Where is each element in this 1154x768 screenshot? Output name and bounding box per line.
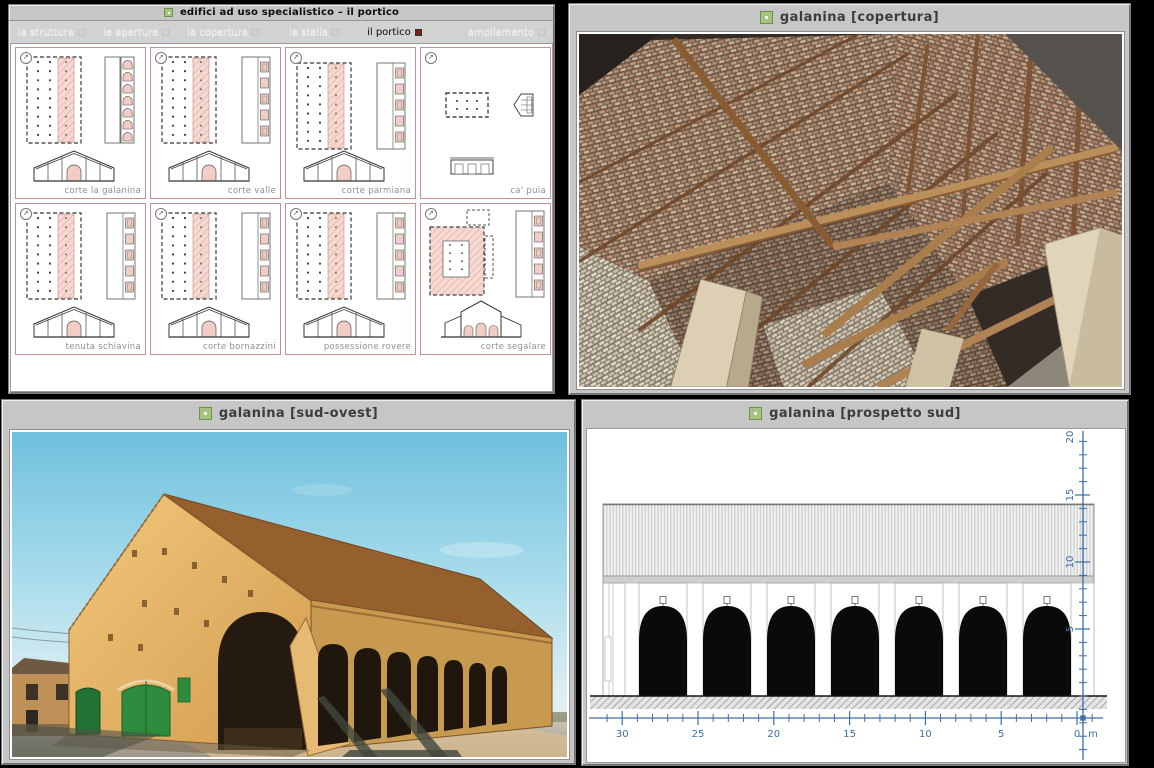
- svg-text:20: 20: [767, 729, 780, 740]
- plan-cell-caption: tenuta schiavina: [66, 342, 141, 352]
- plan-drawing: [286, 204, 415, 342]
- plan-cell-caption: possessione rovere: [324, 342, 411, 352]
- plan-cell-tenuta-schiavina[interactable]: ➚ tenuta schiavina: [15, 203, 146, 355]
- hotspot-icon[interactable]: ➚: [290, 208, 302, 220]
- hotspot-icon[interactable]: ➚: [425, 52, 437, 64]
- plan-cell-corte-la-galanina[interactable]: ➚ corte la galanina: [15, 47, 146, 199]
- svg-text:5: 5: [1065, 626, 1076, 632]
- plan-cell-caption: ca' puia: [510, 186, 546, 196]
- window-galanina-sud-ovest: galanina [sud-ovest]: [1, 399, 576, 765]
- hotspot-icon[interactable]: ➚: [20, 52, 32, 64]
- tab-checkbox[interactable]: [78, 29, 85, 36]
- svg-text:10: 10: [919, 729, 932, 740]
- svg-text:m: m: [1088, 729, 1098, 740]
- tab-checkbox[interactable]: [252, 29, 259, 36]
- window-portico-overview: edifici ad uso specialistico – il portic…: [8, 4, 555, 394]
- plan-drawing: [16, 204, 145, 342]
- drawing-panel: 30 25 20 15 10 5 0m 5 10 15 20: [586, 428, 1126, 763]
- green-bullet-icon: [749, 407, 762, 420]
- elevation-drawing: 30 25 20 15 10 5 0m 5 10 15 20: [587, 429, 1125, 762]
- window-galanina-copertura: galanina [copertura]: [568, 3, 1131, 395]
- plan-cell-caption: corte segalare: [481, 342, 546, 352]
- plan-drawing: [151, 204, 280, 342]
- window-galanina-prospetto-sud: galanina [prospetto sud]: [581, 399, 1129, 766]
- plan-cell-caption: corte bornazzini: [203, 342, 276, 352]
- plan-cell-corte-segalare[interactable]: ➚ corte segalare: [420, 203, 551, 355]
- plan-drawing: [16, 48, 145, 186]
- tab-la-struttura[interactable]: la struttura: [18, 27, 85, 38]
- plan-drawing: [421, 48, 550, 186]
- svg-text:25: 25: [692, 729, 705, 740]
- svg-text:20: 20: [1065, 431, 1076, 444]
- svg-text:15: 15: [1065, 489, 1076, 502]
- green-bullet-icon: [199, 407, 212, 420]
- tab-la-copertura[interactable]: la copertura: [187, 27, 259, 38]
- titlebar[interactable]: galanina [sud-ovest]: [2, 400, 575, 426]
- plan-cell-corte-bornazzini[interactable]: ➚ corte bornazzini: [150, 203, 281, 355]
- svg-text:0: 0: [1074, 729, 1080, 740]
- plan-cell-ca-puia[interactable]: ➚ ca' puia: [420, 47, 551, 199]
- tab-la-stalla[interactable]: la stalla: [289, 27, 339, 38]
- plan-cell-corte-valle[interactable]: ➚ corte valle: [150, 47, 281, 199]
- roof-photo: [579, 34, 1122, 387]
- tab-checkbox[interactable]: [162, 29, 169, 36]
- hotspot-icon[interactable]: ➚: [425, 208, 437, 220]
- titlebar[interactable]: edifici ad uso specialistico – il portic…: [9, 5, 554, 21]
- plan-drawing: [151, 48, 280, 186]
- tab-checkbox[interactable]: [538, 29, 545, 36]
- hotspot-icon[interactable]: ➚: [20, 208, 32, 220]
- plan-cell-corte-parmiana[interactable]: ➚ corte parmiana: [285, 47, 416, 199]
- window-title: galanina [sud-ovest]: [219, 406, 378, 421]
- plan-cell-possessione-rovere[interactable]: ➚ possessione rovere: [285, 203, 416, 355]
- titlebar[interactable]: galanina [copertura]: [569, 4, 1130, 30]
- barn-photo: [12, 432, 567, 757]
- photo-frame: [9, 429, 570, 760]
- svg-text:5: 5: [998, 729, 1004, 740]
- photo-frame: [576, 31, 1125, 390]
- plan-drawing: [421, 204, 550, 342]
- svg-text:30: 30: [616, 729, 629, 740]
- tab-le-aperture[interactable]: le aperture: [103, 27, 169, 38]
- svg-text:10: 10: [1065, 556, 1076, 569]
- green-bullet-icon: [164, 8, 173, 17]
- plan-grid: ➚ corte la galanina ➚ corte valle ➚ cort…: [10, 43, 553, 392]
- tab-checkbox[interactable]: [415, 29, 422, 36]
- window-title: galanina [copertura]: [780, 10, 939, 25]
- window-title: edifici ad uso specialistico – il portic…: [180, 7, 399, 18]
- plan-cell-caption: corte la galanina: [64, 186, 141, 196]
- hotspot-icon[interactable]: ➚: [155, 208, 167, 220]
- tab-il-portico[interactable]: il portico: [367, 27, 422, 38]
- green-bullet-icon: [760, 11, 773, 24]
- tab-checkbox[interactable]: [332, 29, 339, 36]
- plan-cell-caption: corte valle: [228, 186, 276, 196]
- tab-ampliamento[interactable]: ampliamento: [468, 27, 545, 38]
- hotspot-icon[interactable]: ➚: [290, 52, 302, 64]
- window-title: galanina [prospetto sud]: [769, 406, 961, 421]
- plan-cell-caption: corte parmiana: [342, 186, 411, 196]
- svg-text:15: 15: [843, 729, 856, 740]
- plan-drawing: [286, 48, 415, 186]
- desktop: edifici ad uso specialistico – il portic…: [0, 0, 1154, 768]
- tab-bar: la struttura le aperture la copertura la…: [10, 21, 553, 44]
- hotspot-icon[interactable]: ➚: [155, 52, 167, 64]
- titlebar[interactable]: galanina [prospetto sud]: [582, 400, 1128, 426]
